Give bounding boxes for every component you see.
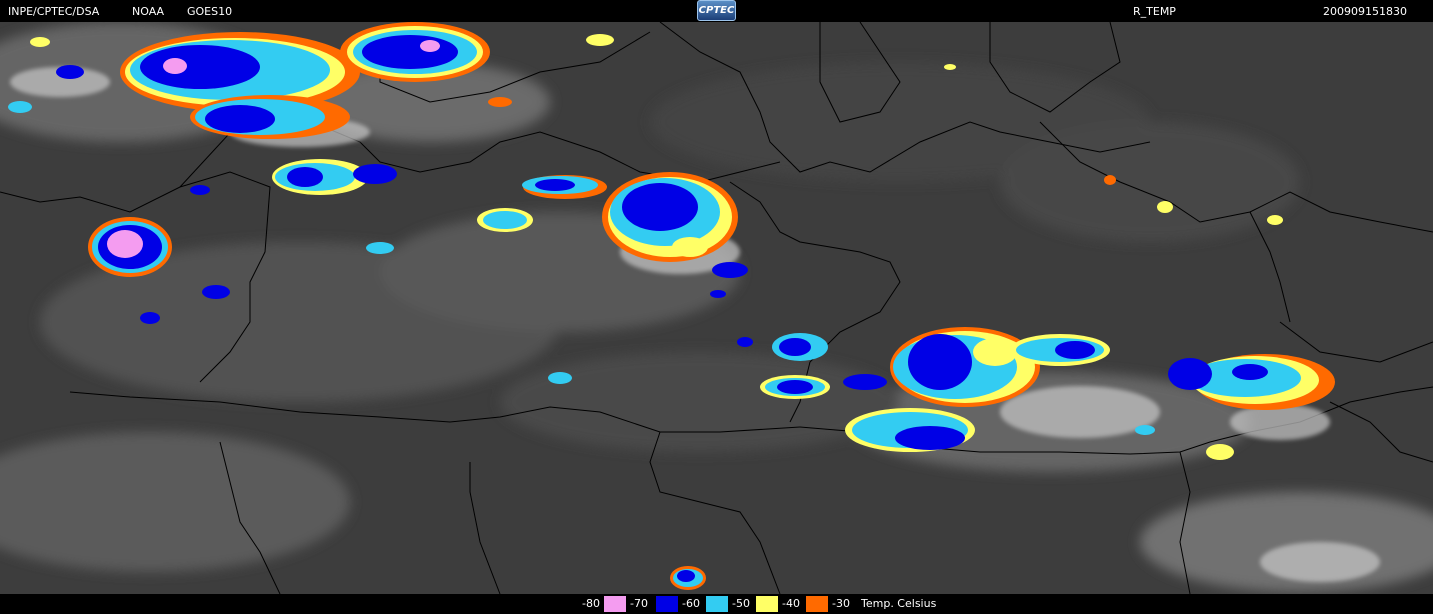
legend-label-70: -70 bbox=[630, 597, 648, 610]
legend-label-80: -80 bbox=[582, 597, 600, 610]
legend-swatch-blue bbox=[656, 596, 678, 612]
legend-swatch-cyan bbox=[706, 596, 728, 612]
legend-swatch-pink bbox=[604, 596, 626, 612]
ir-enhanced-imagery bbox=[0, 22, 1433, 594]
legend-label-30: -30 bbox=[832, 597, 850, 610]
cell-nw2 bbox=[190, 95, 350, 139]
cptec-logo: CPTEC bbox=[697, 0, 736, 21]
product-label: R_TEMP bbox=[1133, 5, 1176, 18]
legend-label-40: -40 bbox=[782, 597, 800, 610]
satellite-label: GOES10 bbox=[187, 5, 233, 18]
agency-label: NOAA bbox=[132, 5, 165, 18]
legend-swatch-orange bbox=[806, 596, 828, 612]
legend-label-60: -60 bbox=[682, 597, 700, 610]
cell-west bbox=[88, 217, 172, 277]
timestamp-label: 200909151830 bbox=[1323, 5, 1407, 18]
temperature-legend: -80 -70 -60 -50 -40 -30 Temp. Celsius bbox=[0, 594, 1433, 614]
legend-swatch-yellow bbox=[756, 596, 778, 612]
header-bar: INPE/CPTEC/DSA NOAA GOES10 CPTEC R_TEMP … bbox=[0, 0, 1433, 22]
cell-north bbox=[340, 22, 490, 82]
cell-south bbox=[670, 566, 706, 590]
satellite-image bbox=[0, 22, 1433, 594]
legend-label-50: -50 bbox=[732, 597, 750, 610]
source-label: INPE/CPTEC/DSA bbox=[8, 5, 100, 18]
legend-unit: Temp. Celsius bbox=[861, 597, 937, 610]
